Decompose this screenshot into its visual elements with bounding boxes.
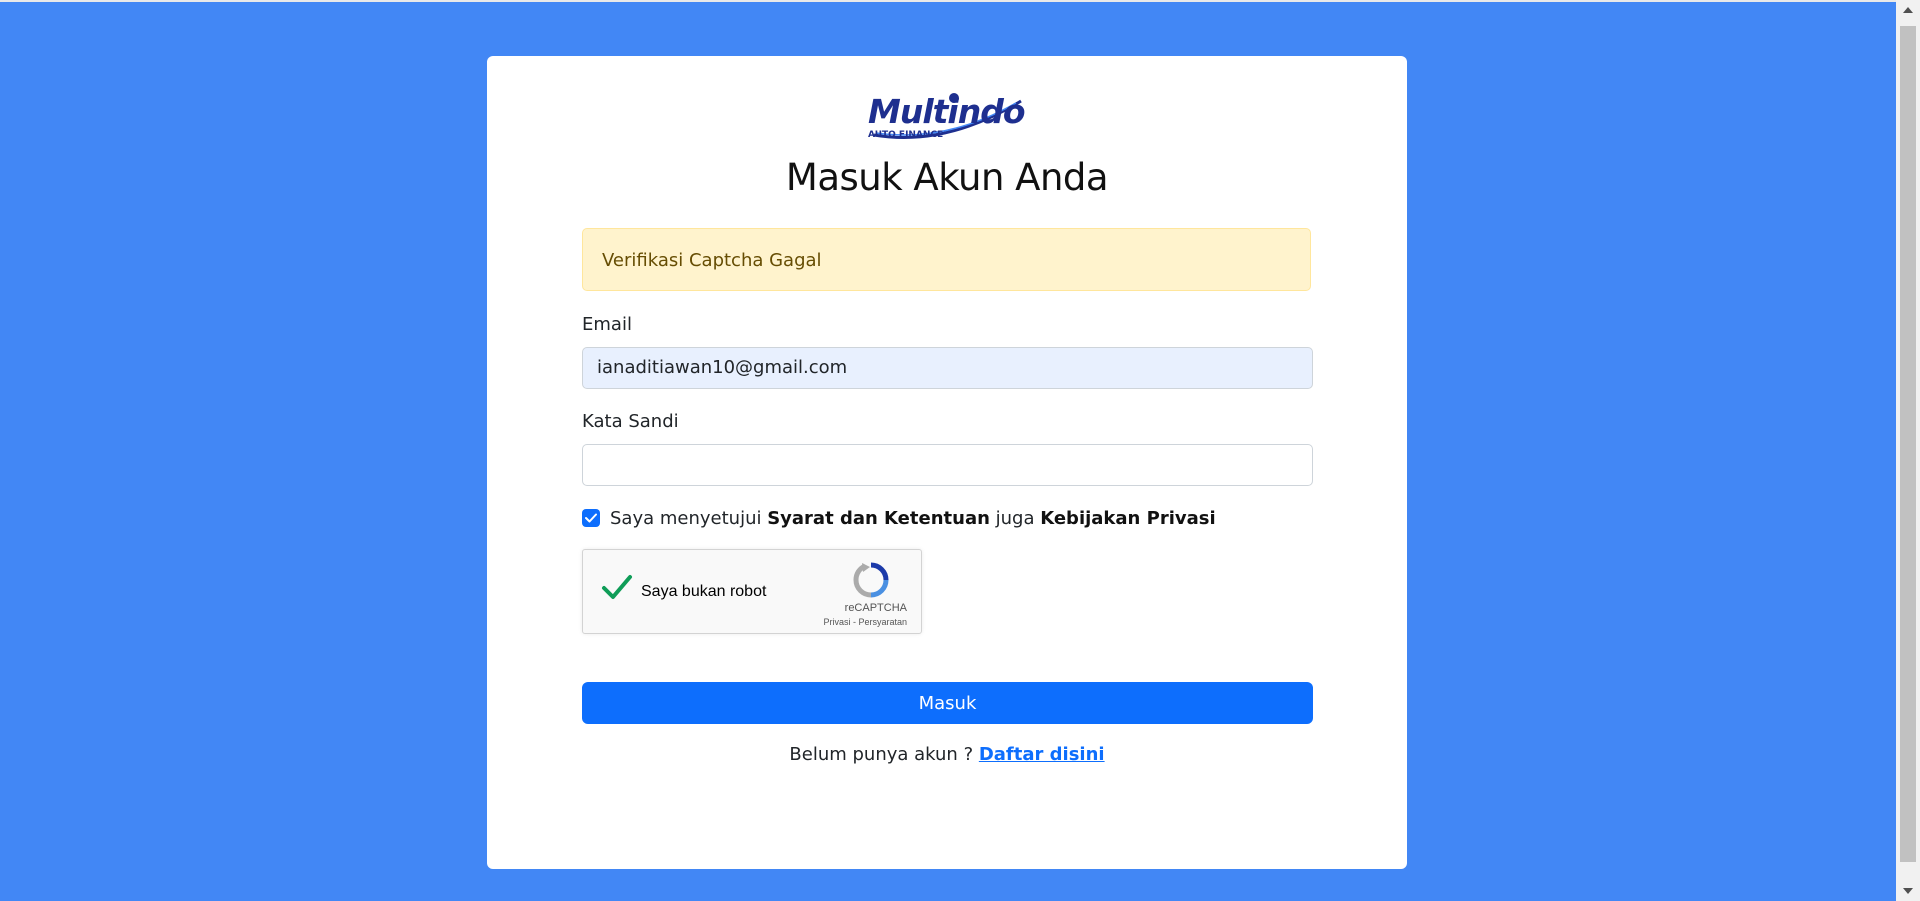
email-field[interactable]: ianaditiawan10@gmail.com <box>582 347 1313 389</box>
recaptcha-links[interactable]: Privasi - Persyaratan <box>823 617 907 627</box>
terms-agreement: Saya menyetujui Syarat dan Ketentuan jug… <box>582 507 1216 529</box>
login-button[interactable]: Masuk <box>582 682 1313 724</box>
logo-subtext: AUTO FINANCE <box>868 130 943 140</box>
recaptcha-logo-icon <box>853 562 889 598</box>
recaptcha-widget[interactable]: Saya bukan robot reCAPTCHA Privasi - Per… <box>582 549 922 634</box>
privacy-link[interactable]: Kebijakan Privasi <box>1040 508 1215 529</box>
scroll-down-arrow-icon[interactable] <box>1903 888 1913 894</box>
scroll-up-arrow-icon[interactable] <box>1903 7 1913 13</box>
checkmark-icon <box>585 513 597 523</box>
scroll-thumb[interactable] <box>1900 26 1916 862</box>
password-field[interactable] <box>582 444 1313 486</box>
logo-wordmark: Multindo <box>868 92 1025 131</box>
login-card: Multindo AUTO FINANCE Masuk Akun Anda Ve… <box>487 56 1407 869</box>
agree-prefix: Saya menyetujui <box>610 507 768 529</box>
register-prompt: Belum punya akun ? Daftar disini <box>487 744 1407 765</box>
page-title: Masuk Akun Anda <box>785 156 1109 199</box>
page-scrollbar[interactable] <box>1896 0 1920 901</box>
email-label: Email <box>582 314 632 335</box>
terms-link[interactable]: Syarat dan Ketentuan <box>767 508 990 529</box>
recaptcha-label: Saya bukan robot <box>641 583 767 600</box>
agree-middle: juga <box>989 507 1041 529</box>
recaptcha-brand: reCAPTCHA <box>844 602 907 614</box>
register-link[interactable]: Daftar disini <box>979 744 1105 765</box>
multindo-logo: Multindo AUTO FINANCE <box>866 83 1026 141</box>
password-label: Kata Sandi <box>582 411 679 432</box>
agree-checkbox[interactable] <box>582 509 600 527</box>
browser-top-edge <box>0 0 1896 2</box>
register-text: Belum punya akun ? <box>789 744 979 765</box>
captcha-error-alert: Verifikasi Captcha Gagal <box>582 228 1311 291</box>
recaptcha-check-icon <box>602 575 632 599</box>
